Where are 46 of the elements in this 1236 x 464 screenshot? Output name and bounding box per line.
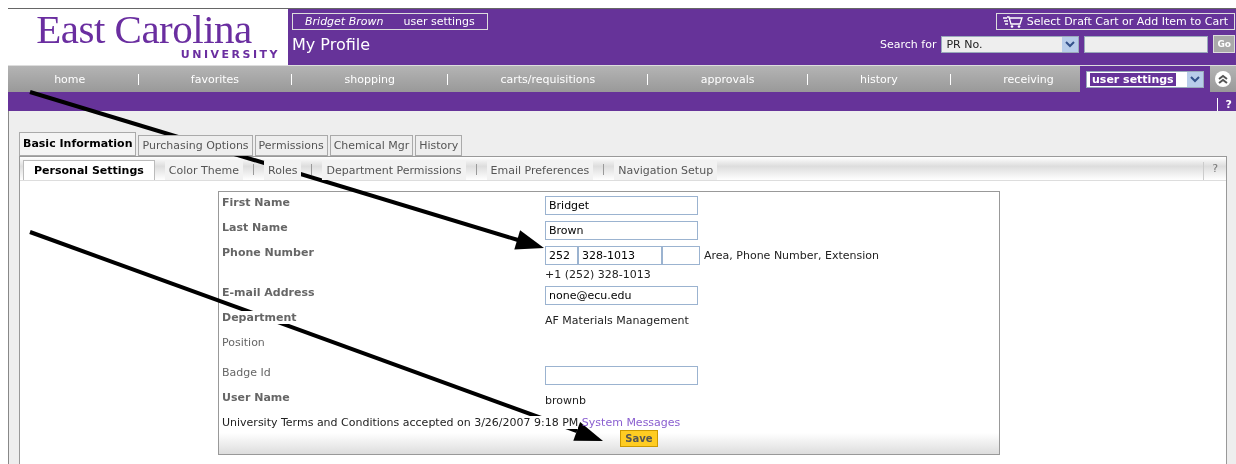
phone-field[interactable] [662, 246, 700, 265]
save-button[interactable]: Save [620, 430, 658, 447]
text-field[interactable]: Brown [545, 221, 698, 240]
field-label: Badge Id [221, 366, 272, 381]
field-value: AF Materials Management [545, 314, 689, 327]
field-label: Phone Number [221, 246, 315, 261]
dropdown-icon [1062, 36, 1079, 52]
text-field[interactable] [545, 366, 698, 385]
tab[interactable]: Chemical Mgr [329, 135, 414, 156]
university-logo-name: East Carolina [36, 9, 252, 49]
collapse-icon[interactable] [1215, 71, 1231, 87]
user-settings-select[interactable]: user settings [1086, 70, 1204, 88]
dropdown-icon [1187, 71, 1203, 87]
text-field[interactable]: Bridget [545, 196, 698, 215]
phone-field[interactable]: 252 [545, 246, 578, 265]
sub-tab[interactable]: Color Theme [164, 161, 243, 180]
tab[interactable]: Permissions [254, 135, 328, 156]
sub-tab[interactable]: Department Permissions [322, 161, 466, 180]
field-label: Position [221, 336, 266, 351]
field-value: brownb [545, 394, 586, 407]
help-link[interactable]: ? [1203, 162, 1226, 180]
cart-icon [1002, 15, 1023, 28]
formatted-phone: +1 (252) 328-1013 [545, 268, 652, 281]
text-field[interactable]: none@ecu.edu [545, 286, 698, 305]
sub-tab[interactable]: Roles [264, 161, 302, 180]
sub-tab[interactable]: Navigation Setup [614, 161, 718, 180]
tab[interactable]: Purchasing Options [138, 135, 253, 156]
user-settings-link[interactable]: user settings [403, 15, 475, 28]
field-label: E-mail Address [221, 286, 316, 301]
search-field[interactable] [1084, 35, 1209, 53]
field-label: First Name [221, 196, 291, 211]
user-name: Bridget Brown [305, 15, 384, 28]
university-logo-subtitle: UNIVERSITY [180, 49, 280, 61]
tab[interactable]: Basic Information [19, 132, 137, 156]
cart-button[interactable]: Select Draft Cart or Add Item to Cart [995, 13, 1235, 30]
page-title: My Profile [292, 35, 372, 54]
field-label: Last Name [221, 221, 289, 236]
search-label: Search for [880, 37, 937, 51]
sub-tab[interactable]: Personal Settings [23, 160, 155, 180]
search-type-select[interactable]: PR No. [941, 35, 1080, 53]
phone-hint: Area, Phone Number, Extension [704, 249, 880, 262]
terms-text: University Terms and Conditions accepted on 3/26/2007 9:18 PM [222, 416, 579, 429]
tab[interactable]: History [415, 135, 463, 156]
phone-field[interactable]: 328-1013 [578, 246, 662, 265]
system-messages-link[interactable]: System Messages [581, 416, 681, 429]
sub-tab[interactable]: Email Preferences [486, 161, 594, 180]
